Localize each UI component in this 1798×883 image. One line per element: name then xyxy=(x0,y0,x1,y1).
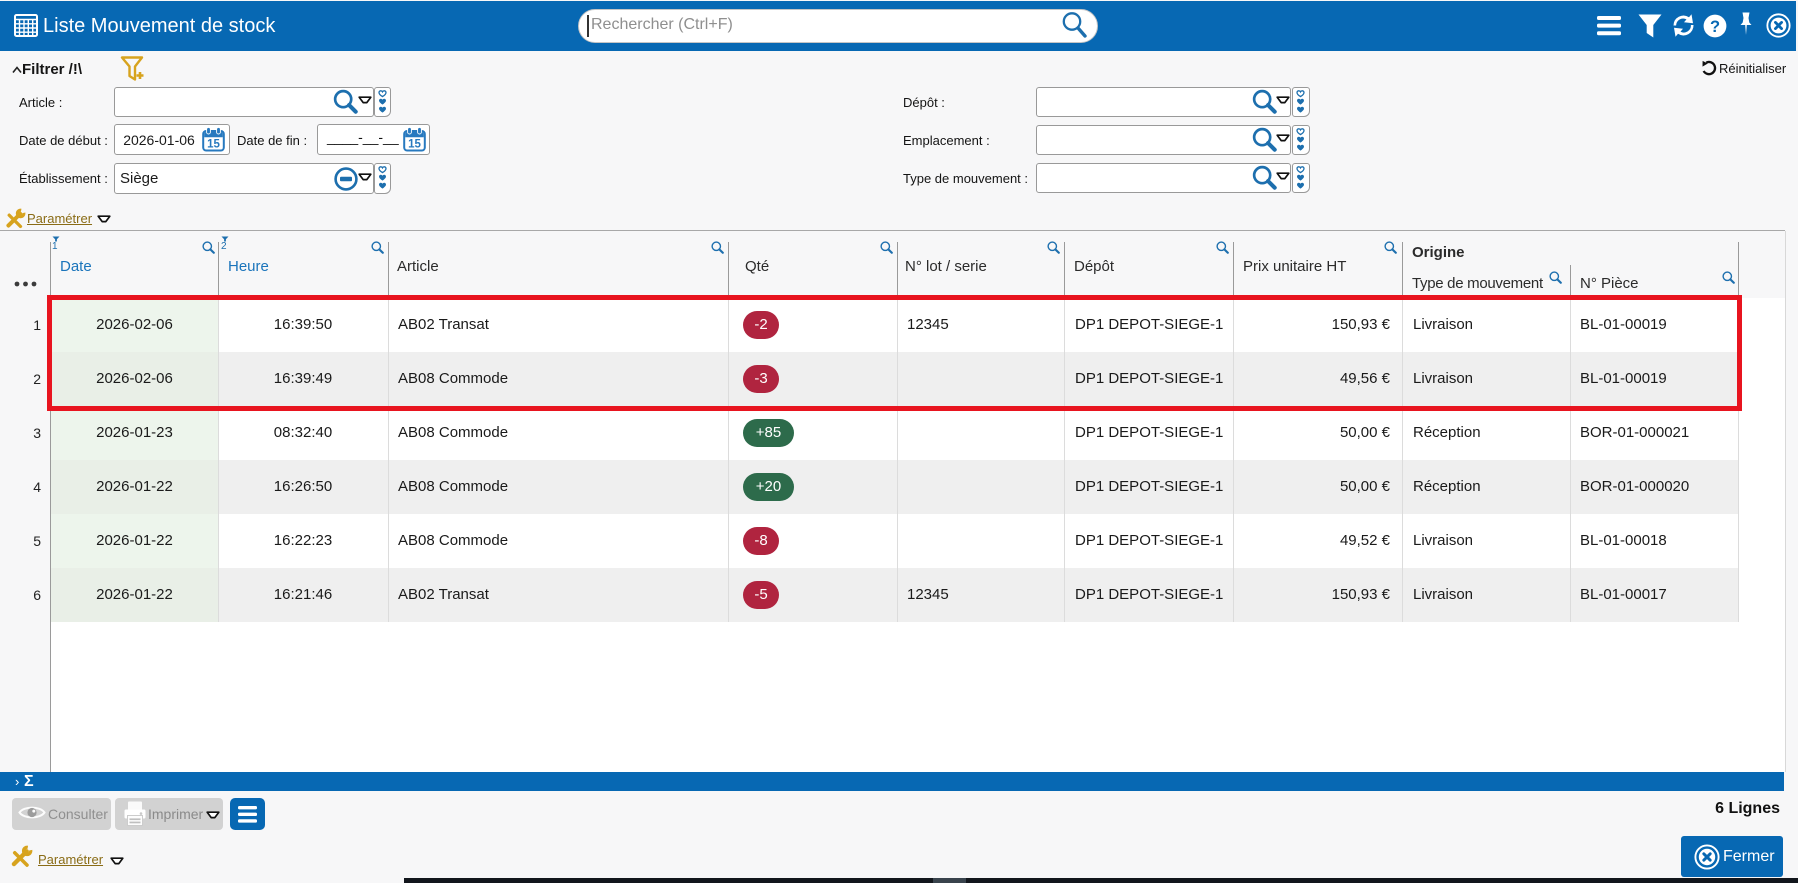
svg-text:?: ? xyxy=(1710,18,1720,36)
